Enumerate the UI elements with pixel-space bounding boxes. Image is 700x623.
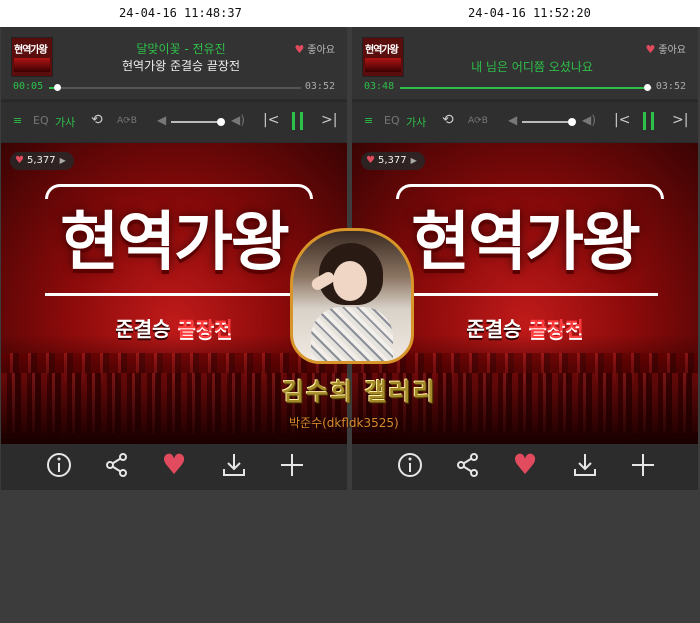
art-sub1: 준결승	[466, 317, 522, 341]
like-label: 좋아요	[658, 45, 686, 56]
status-bar: 24-04-16 11:48:37 24-04-16 11:52:20	[0, 0, 700, 27]
overlay-face	[333, 261, 367, 301]
control-bar: ≡ EQ 가사 ⟲ A⟳B ◀ ◀) |< >|	[1, 101, 347, 142]
likes-count: 5,377	[26, 155, 56, 166]
current-time: 00:05	[13, 81, 44, 92]
chevron-right-icon: ▶	[410, 156, 417, 165]
heart-small-icon: ♥	[294, 43, 305, 56]
overlay-body	[311, 307, 393, 361]
heart-small-icon: ♥	[645, 43, 656, 56]
overlay-id: 박준수(dkfldk3525)	[289, 416, 399, 430]
overlay-title: 김수희 갤러리	[282, 378, 437, 406]
playlist-icon[interactable]: ≡	[13, 114, 22, 127]
previous-icon[interactable]: |<	[263, 112, 279, 128]
ab-repeat-button[interactable]: A⟳B	[468, 116, 488, 126]
pause-icon[interactable]	[643, 112, 646, 130]
current-time: 03:48	[364, 81, 395, 92]
thumb-art	[14, 58, 50, 72]
playlist-icon[interactable]: ≡	[364, 114, 373, 127]
volume-slider[interactable]	[522, 118, 576, 126]
plus-icon[interactable]	[277, 450, 307, 480]
plus-icon[interactable]	[628, 450, 658, 480]
next-icon[interactable]: >|	[672, 112, 688, 128]
likes-badge[interactable]: ♥ 5,377 ▶	[361, 152, 425, 170]
pause-icon-bar[interactable]	[651, 112, 654, 130]
progress-bar[interactable]	[400, 84, 652, 91]
like-label: 좋아요	[307, 45, 335, 56]
progress-knob[interactable]	[643, 84, 651, 91]
total-time: 03:52	[304, 81, 335, 92]
pause-icon[interactable]	[292, 112, 295, 130]
eq-button[interactable]: EQ	[33, 114, 49, 127]
volume-high-icon[interactable]: ◀)	[231, 113, 245, 127]
heart-small-icon: ♥	[366, 155, 375, 166]
next-icon[interactable]: >|	[321, 112, 337, 128]
ab-repeat-button[interactable]: A⟳B	[117, 116, 137, 126]
share-icon[interactable]	[102, 450, 132, 480]
now-playing-header: 현역가왕 내 님은 어디쯤 오셨나요 ♥ 좋아요 03:48 03:52	[352, 27, 698, 99]
art-sub1: 준결승	[115, 317, 171, 341]
control-bar: ≡ EQ 가사 ⟲ A⟳B ◀ ◀) |< >|	[352, 101, 698, 142]
repeat-icon[interactable]: ⟲	[91, 112, 103, 128]
overlay-photo	[290, 228, 414, 364]
progress-bar[interactable]	[49, 84, 301, 91]
album-title: 현역가왕 준결승 끝장전	[121, 59, 241, 73]
pause-icon-bar[interactable]	[300, 112, 303, 130]
action-bar: ♥	[352, 444, 698, 490]
heart-icon[interactable]: ♥	[159, 450, 189, 480]
heart-icon[interactable]: ♥	[510, 450, 540, 480]
art-sub2: 끝장전	[177, 317, 233, 341]
eq-button[interactable]: EQ	[384, 114, 400, 127]
art-underline	[45, 293, 307, 296]
thumb-art	[365, 58, 401, 72]
volume-knob[interactable]	[568, 118, 576, 126]
thumb-title: 현역가왕	[14, 45, 48, 56]
like-button[interactable]: ♥ 좋아요	[646, 41, 686, 56]
lyrics-button[interactable]: 가사	[55, 114, 75, 130]
share-icon[interactable]	[453, 450, 483, 480]
info-icon[interactable]	[395, 450, 425, 480]
art-sub2: 끝장전	[528, 317, 584, 341]
chevron-right-icon: ▶	[59, 156, 66, 165]
heart-small-icon: ♥	[15, 155, 24, 166]
art-underline	[396, 293, 658, 296]
previous-icon[interactable]: |<	[614, 112, 630, 128]
action-bar: ♥	[1, 444, 347, 490]
likes-badge[interactable]: ♥ 5,377 ▶	[10, 152, 74, 170]
volume-high-icon[interactable]: ◀)	[582, 113, 596, 127]
lyrics-button[interactable]: 가사	[406, 114, 426, 130]
repeat-icon[interactable]: ⟲	[442, 112, 454, 128]
volume-slider[interactable]	[171, 118, 225, 126]
download-icon[interactable]	[219, 450, 249, 480]
timestamp-right: 24-04-16 11:52:20	[468, 6, 591, 20]
volume-low-icon[interactable]: ◀	[508, 113, 517, 127]
total-time: 03:52	[655, 81, 686, 92]
now-playing-header: 현역가왕 달맞이꽃 - 전유진 현역가왕 준결승 끝장전 ♥ 좋아요 00:05 …	[1, 27, 347, 99]
like-button[interactable]: ♥ 좋아요	[295, 41, 335, 56]
progress-fill	[400, 87, 647, 89]
volume-knob[interactable]	[217, 118, 225, 126]
volume-low-icon[interactable]: ◀	[157, 113, 166, 127]
thumb-title: 현역가왕	[365, 45, 399, 56]
download-icon[interactable]	[570, 450, 600, 480]
info-icon[interactable]	[44, 450, 74, 480]
album-thumbnail[interactable]: 현역가왕	[362, 37, 404, 77]
likes-count: 5,377	[377, 155, 407, 166]
song-title: 달맞이꽃 - 전유진	[136, 42, 226, 56]
progress-knob[interactable]	[53, 84, 61, 91]
timestamp-left: 24-04-16 11:48:37	[119, 6, 242, 20]
lyrics-line: 내 님은 어디쯤 오셨나요	[471, 60, 593, 74]
album-thumbnail[interactable]: 현역가왕	[11, 37, 53, 77]
